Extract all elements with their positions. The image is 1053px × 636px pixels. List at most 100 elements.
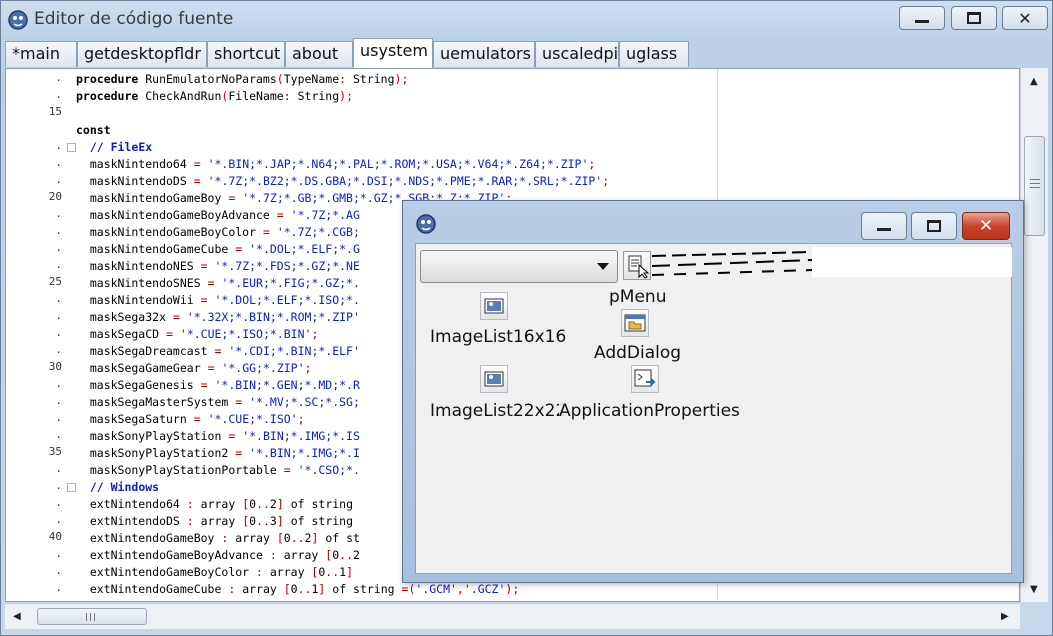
- scroll-right-arrow-icon[interactable]: ▶: [1001, 611, 1009, 622]
- code-line[interactable]: maskSonyPlayStationPortable = '*.CSO;*.: [76, 462, 360, 479]
- menu-placeholder-lines: [652, 251, 812, 276]
- line-number: .: [55, 343, 62, 356]
- code-line[interactable]: maskSegaDreamcast = '*.CDI;*.BIN;*.ELF': [76, 343, 360, 360]
- tab-shortcut[interactable]: shortcut: [207, 41, 285, 67]
- line-number: .: [55, 241, 62, 254]
- code-line[interactable]: extNintendoGameBoyAdvance : array [0..2: [76, 547, 360, 564]
- line-number: .: [55, 581, 62, 594]
- form-minimize-button[interactable]: [861, 212, 907, 240]
- line-number: .: [55, 564, 62, 577]
- scroll-down-arrow-icon[interactable]: ▼: [1030, 584, 1038, 595]
- code-line[interactable]: // FileEx: [76, 139, 152, 156]
- code-line[interactable]: maskSegaGenesis = '*.BIN;*.GEN;*.MD;*.R: [76, 377, 360, 394]
- line-number: .: [55, 394, 62, 407]
- code-line[interactable]: maskNintendoGameBoyAdvance = '*.7Z;*.AG: [76, 207, 360, 224]
- component-label-adddialog: AddDialog: [594, 343, 682, 363]
- title-bar[interactable]: Editor de código fuente ✕: [1, 1, 1053, 39]
- source-editor-window: Editor de código fuente ✕ *main getdeskto…: [0, 0, 1053, 636]
- code-line[interactable]: const: [76, 122, 111, 139]
- minimize-button[interactable]: [899, 6, 945, 30]
- code-line[interactable]: extNintendoGameBoyColor : array [0..1]: [76, 564, 353, 581]
- form-client-area[interactable]: pMenu ImageList16x16 AddDialog ImageList…: [415, 243, 1012, 574]
- line-number: 30: [48, 360, 62, 373]
- fold-marker-icon[interactable]: [67, 143, 76, 152]
- image-list-icon[interactable]: [480, 292, 508, 320]
- toolbar-button[interactable]: [623, 251, 651, 280]
- component-label-imagelist22: ImageList22x22: [430, 401, 567, 421]
- line-number: .: [55, 292, 62, 305]
- horizontal-scrollbar[interactable]: ◀ ▶: [5, 603, 1020, 629]
- line-number: .: [55, 224, 62, 237]
- document-list-icon: [628, 255, 650, 279]
- code-line[interactable]: maskNintendoSNES = '*.EUR;*.FIG;*.GZ;*.: [76, 275, 360, 292]
- code-line[interactable]: extNintendoDS : array [0..3] of string: [76, 513, 353, 530]
- application-properties-icon[interactable]: [631, 365, 659, 393]
- line-number: .: [55, 309, 62, 322]
- scroll-up-arrow-icon[interactable]: ▲: [1030, 76, 1038, 87]
- line-number: .: [55, 207, 62, 220]
- scroll-left-arrow-icon[interactable]: ◀: [13, 611, 21, 622]
- code-line[interactable]: maskSonyPlayStation = '*.BIN;*.IMG;*.IS: [76, 428, 360, 445]
- code-line[interactable]: maskSegaGameGear = '*.GG;*.ZIP';: [76, 360, 312, 377]
- line-number: .: [55, 547, 62, 560]
- tab-getdesktopfldr[interactable]: getdesktopfldr: [77, 41, 207, 67]
- code-line[interactable]: maskNintendoGameCube = '*.DOL;*.ELF;*.G: [76, 241, 360, 258]
- horizontal-scroll-thumb[interactable]: [37, 608, 147, 625]
- line-number: .: [55, 513, 62, 526]
- tab-about[interactable]: about: [285, 41, 353, 67]
- edit-placeholder[interactable]: [812, 247, 1012, 277]
- line-number: .: [55, 479, 62, 492]
- app-icon: [8, 10, 28, 30]
- vertical-scrollbar[interactable]: ▲ ▼: [1020, 68, 1048, 602]
- line-number: .: [55, 156, 62, 169]
- tab-usystem[interactable]: usystem: [353, 38, 433, 68]
- form-maximize-button[interactable]: [911, 212, 957, 240]
- tab-uemulators[interactable]: uemulators: [433, 41, 535, 67]
- code-line[interactable]: extNintendoGameCube : array [0..1] of st…: [76, 581, 519, 598]
- code-line[interactable]: maskNintendoDS = '*.7Z;*.BZ2;*.DS.GBA;*.…: [76, 173, 609, 190]
- form-close-button[interactable]: ✕: [962, 212, 1010, 240]
- code-line[interactable]: extNintendo64 : array [0..2] of string: [76, 496, 353, 513]
- line-gutter: .. 15... 20.... 25.... 30.... 35.... 40....: [6, 69, 68, 601]
- chevron-down-icon: [597, 263, 609, 270]
- tab-uglass[interactable]: uglass: [619, 41, 689, 67]
- component-label-pmenu: pMenu: [609, 287, 667, 307]
- close-button[interactable]: ✕: [1002, 6, 1048, 30]
- combo-box[interactable]: [420, 250, 618, 283]
- line-number: .: [55, 428, 62, 441]
- line-number: 35: [48, 445, 62, 458]
- code-line[interactable]: // Windows: [76, 479, 159, 496]
- code-line[interactable]: extNintendoGameBoy : array [0..2] of st: [76, 530, 360, 547]
- tab-main[interactable]: *main: [5, 41, 77, 67]
- code-line[interactable]: procedure CheckAndRun(FileName: String);: [76, 88, 353, 105]
- code-line[interactable]: maskNintendo64 = '*.BIN;*.JAP;*.N64;*.PA…: [76, 156, 595, 173]
- code-line[interactable]: extNintendoNES : array [0..3] of string …: [76, 598, 589, 601]
- minimize-icon: [877, 227, 891, 231]
- line-number: .: [55, 462, 62, 475]
- code-line[interactable]: maskNintendoWii = '*.DOL;*.ELF;*.ISO;*.: [76, 292, 360, 309]
- code-line[interactable]: maskNintendoGameBoyColor = '*.7Z;*.CGB;: [76, 224, 360, 241]
- close-icon: ✕: [1018, 8, 1032, 28]
- code-line[interactable]: maskNintendoNES = '*.7Z;*.FDS;*.GZ;*.NE: [76, 258, 360, 275]
- image-list-icon[interactable]: [480, 365, 508, 393]
- line-number: 40: [48, 530, 62, 543]
- fold-marker-icon[interactable]: [67, 483, 76, 492]
- open-dialog-icon[interactable]: [621, 309, 649, 337]
- vertical-scroll-thumb[interactable]: [1024, 136, 1045, 236]
- close-icon: ✕: [978, 216, 994, 236]
- line-number: .: [55, 496, 62, 509]
- file-tabs: *main getdesktopfldr shortcut about usystem u…: [5, 38, 705, 68]
- code-line[interactable]: maskSegaSaturn = '*.CUE;*.ISO';: [76, 411, 305, 428]
- component-label-appproperties: ApplicationProperties: [559, 401, 740, 421]
- code-line[interactable]: maskSonyPlayStation2 = '*.BIN;*.IMG;*.I: [76, 445, 360, 462]
- code-line[interactable]: maskSegaMasterSystem = '*.MV;*.SC;*.SG;: [76, 394, 360, 411]
- code-line[interactable]: procedure RunEmulatorNoParams(TypeName: …: [76, 71, 408, 88]
- form-designer-window[interactable]: ✕ pMenu ImageList16x16 AddDialog ImageLi…: [402, 200, 1024, 583]
- code-line[interactable]: maskSega32x = '*.32X;*.BIN;*.ROM;*.ZIP': [76, 309, 360, 326]
- code-line[interactable]: maskSegaCD = '*.CUE;*.ISO;*.BIN';: [76, 326, 319, 343]
- tab-uscaledpi[interactable]: uscaledpi: [535, 41, 619, 67]
- window-title: Editor de código fuente: [34, 9, 234, 29]
- maximize-button[interactable]: [951, 6, 997, 30]
- line-number: 15: [48, 105, 62, 118]
- line-number: .: [55, 377, 62, 390]
